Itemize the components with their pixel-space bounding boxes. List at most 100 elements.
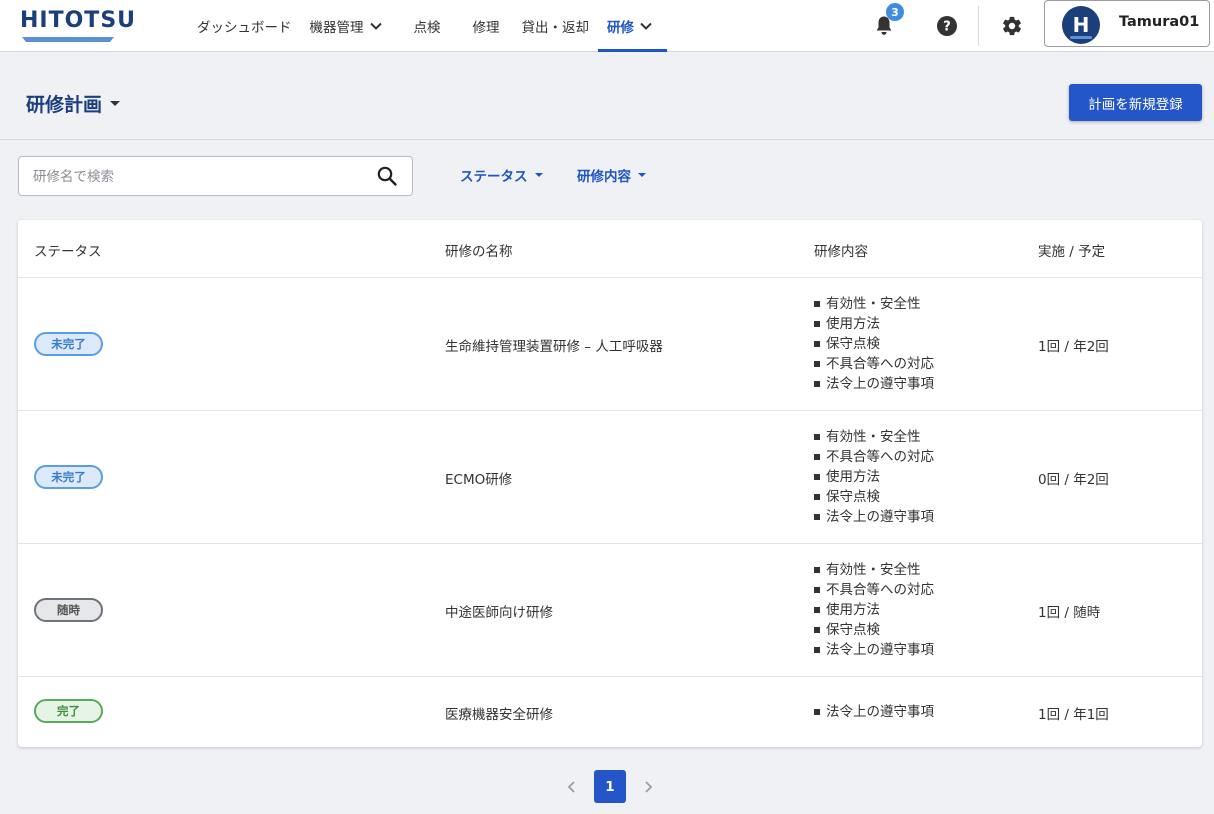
logo-bar-icon [22,37,114,42]
content-item-label: 法令上の遵守事項 [826,704,934,720]
nav-item-dashboard[interactable]: ダッシュボード [188,0,301,52]
avatar-initial: H [1072,13,1090,37]
chevron-right-icon [645,781,653,793]
previous-page-button[interactable] [564,779,580,795]
nav-item-label: 点検 [413,20,441,36]
status-badge: 未完了 [34,332,103,356]
content-item-label: 法令上の遵守事項 [826,376,934,392]
page-number-current[interactable]: 1 [594,770,626,803]
hitotsu-logo[interactable]: HITOTSU [20,8,137,42]
search-input[interactable] [31,165,375,189]
list-item: 使用方法 [814,467,934,487]
status-badge: 完了 [34,699,103,723]
next-page-button[interactable] [640,779,656,795]
avatar: H [1062,6,1100,44]
table-row[interactable]: 随時 中途医師向け研修 有効性・安全性 不具合等への対応 使用方法 保守点検 法… [18,544,1202,677]
svg-text:?: ? [943,20,951,35]
bullet-icon [814,381,820,387]
bullet-icon [814,607,820,613]
bullet-icon [814,494,820,500]
training-content-list: 有効性・安全性 不具合等への対応 使用方法 保守点検 法令上の遵守事項 [814,427,934,527]
bullet-icon [814,709,820,715]
caret-down-icon [534,173,543,177]
training-count: 1回 / 年1回 [1038,707,1109,723]
list-item: 有効性・安全性 [814,560,934,580]
caret-down-icon [110,101,121,106]
training-content-list: 有効性・安全性 使用方法 保守点検 不具合等への対応 法令上の遵守事項 [814,294,934,394]
training-count: 1回 / 随時 [1038,605,1101,621]
list-item: 使用方法 [814,600,934,620]
nav-item-inspection[interactable]: 点検 [405,0,450,52]
search-box [18,156,413,196]
training-content-list: 有効性・安全性 不具合等への対応 使用方法 保守点検 法令上の遵守事項 [814,560,934,660]
status-badge: 随時 [34,598,103,622]
user-name: Tamura01 [1119,14,1200,30]
bullet-icon [814,627,820,633]
header-divider [978,6,979,46]
table-row[interactable]: 完了 医療機器安全研修 法令上の遵守事項 1回 / 年1回 [18,677,1202,747]
status-filter-label: ステータス [460,169,528,185]
content-item-label: 有効性・安全性 [826,562,921,578]
chevron-down-icon [640,22,652,30]
training-name: 医療機器安全研修 [445,707,553,723]
new-plan-button[interactable]: 計画を新規登録 [1069,84,1202,121]
list-item: 法令上の遵守事項 [814,702,934,722]
search-icon[interactable] [376,165,398,187]
main-nav: ダッシュボード 機器管理 点検 修理 貸出・返却 研修 [188,0,667,52]
page-title: 研修計画 [26,94,103,116]
caret-down-icon [638,173,646,177]
table-row[interactable]: 未完了 生命維持管理装置研修 – 人工呼吸器 有効性・安全性 使用方法 保守点検… [18,278,1202,411]
content-item-label: 有効性・安全性 [826,429,921,445]
content-item-label: 法令上の遵守事項 [826,509,934,525]
list-item: 不具合等への対応 [814,580,934,600]
status-filter-dropdown[interactable]: ステータス [460,165,543,185]
bullet-icon [814,301,820,307]
nav-item-label: 貸出・返却 [521,20,590,36]
help-icon: ? [937,16,957,36]
training-name: 生命維持管理装置研修 – 人工呼吸器 [445,339,663,355]
table-row[interactable]: 未完了 ECMO研修 有効性・安全性 不具合等への対応 使用方法 保守点検 法令… [18,411,1202,544]
list-item: 不具合等への対応 [814,447,934,467]
list-item: 保守点検 [814,620,934,640]
content-item-label: 使用方法 [826,316,880,332]
content-item-label: 不具合等への対応 [826,582,934,598]
settings-button[interactable] [998,12,1026,40]
content-filter-label: 研修内容 [577,169,631,185]
nav-item-repair[interactable]: 修理 [464,0,509,52]
nav-item-lending[interactable]: 貸出・返却 [513,0,599,52]
training-count: 1回 / 年2回 [1038,339,1109,355]
list-item: 不具合等への対応 [814,354,934,374]
page-title-dropdown[interactable]: 研修計画 [26,90,121,117]
content-item-label: 法令上の遵守事項 [826,642,934,658]
bullet-icon [814,454,820,460]
content-item-label: 不具合等への対応 [826,356,934,372]
list-item: 法令上の遵守事項 [814,640,934,660]
list-item: 法令上の遵守事項 [814,507,934,527]
notification-count-badge: 3 [886,3,904,21]
page-title-bar: 研修計画 計画を新規登録 [0,52,1214,140]
nav-item-label: 機器管理 [309,20,364,36]
nav-item-training[interactable]: 研修 [598,0,667,52]
nav-item-equipment[interactable]: 機器管理 [301,0,391,52]
training-plan-table: ステータス 研修の名称 研修内容 実施 / 予定 未完了 生命維持管理装置研修 … [18,220,1202,747]
user-menu-button[interactable]: H Tamura01 [1044,0,1210,47]
logo-text: HITOTSU [20,8,137,33]
bullet-icon [814,567,820,573]
chevron-left-icon [567,781,575,793]
content-item-label: 有効性・安全性 [826,296,921,312]
top-navigation-bar: HITOTSU ダッシュボード 機器管理 点検 修理 貸出・返却 研修 3 ? … [0,0,1214,52]
nav-item-label: ダッシュボード [197,20,292,36]
help-button[interactable]: ? [933,12,961,40]
column-header-count: 実施 / 予定 [1038,244,1106,260]
column-header-status: ステータス [34,244,102,260]
table-header: ステータス 研修の名称 研修内容 実施 / 予定 [18,220,1202,278]
column-header-content: 研修内容 [814,244,868,260]
content-item-label: 使用方法 [826,602,880,618]
training-name: 中途医師向け研修 [445,605,553,621]
gear-icon [1003,16,1021,36]
content-item-label: 保守点検 [826,622,880,638]
bullet-icon [814,647,820,653]
list-item: 保守点検 [814,334,934,354]
content-filter-dropdown[interactable]: 研修内容 [577,165,646,185]
list-item: 保守点検 [814,487,934,507]
